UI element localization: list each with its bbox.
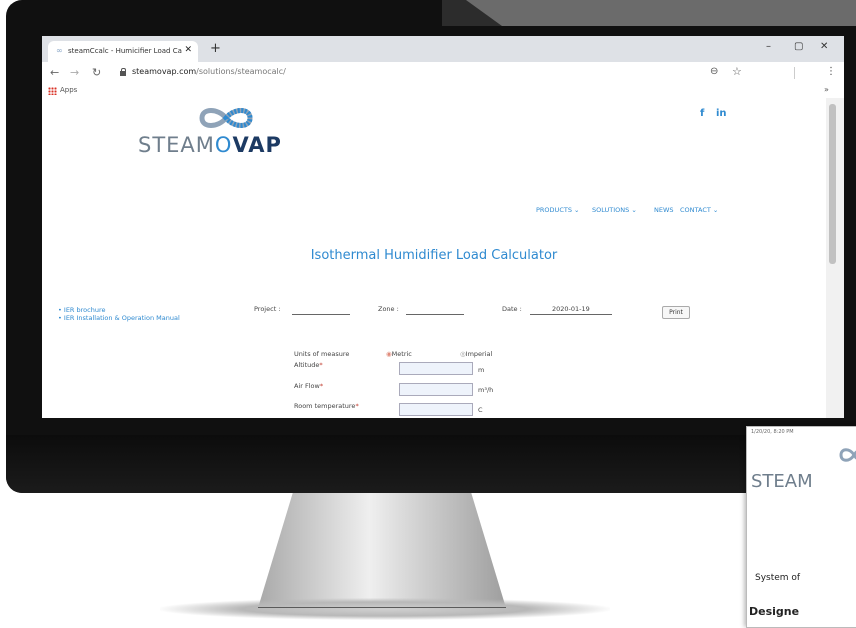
manual-link-label: IER Installation & Operation Manual bbox=[63, 314, 180, 322]
site-logo[interactable]: STEAMOVAP bbox=[138, 133, 282, 157]
zone-input[interactable] bbox=[406, 314, 464, 315]
metric-label: Metric bbox=[391, 350, 412, 358]
favicon-icon: ∞ bbox=[56, 46, 63, 55]
browser-toolbar: ← → ↻ steamovap.com/solutions/steamocalc… bbox=[42, 62, 844, 85]
url-host: steamovap.com bbox=[132, 67, 197, 76]
project-input[interactable] bbox=[292, 314, 350, 315]
logo-o: O bbox=[214, 133, 233, 157]
bookmark-star-icon[interactable]: ☆ bbox=[732, 65, 742, 78]
steamovap-logo-icon bbox=[199, 108, 253, 128]
report-system-text: System of bbox=[755, 573, 801, 583]
more-bookmarks-icon[interactable]: » bbox=[824, 85, 829, 94]
room-temperature-label-text: Room temperature bbox=[294, 402, 356, 410]
reload-icon[interactable]: ↻ bbox=[92, 66, 101, 79]
browser-tab[interactable]: ∞ steamCcalc - Humicifier Load Ca ✕ bbox=[48, 41, 198, 62]
stand-edge-line bbox=[258, 607, 506, 608]
facebook-icon[interactable]: f bbox=[700, 108, 704, 119]
page-heading: Isothermal Humidifier Load Calculator bbox=[310, 248, 558, 263]
nav-products[interactable]: PRODUCTS ⌄ bbox=[536, 206, 579, 214]
new-tab-button[interactable]: + bbox=[210, 41, 221, 56]
units-label: Units of measure bbox=[294, 350, 350, 358]
date-input-line bbox=[530, 314, 612, 315]
forward-arrow-icon[interactable]: → bbox=[70, 66, 79, 79]
url-path: /solutions/steamocalc/ bbox=[196, 67, 286, 76]
altitude-label-text: Altitude bbox=[294, 361, 320, 369]
monitor-frame: ∞ steamCcalc - Humicifier Load Ca ✕ + – … bbox=[6, 0, 856, 493]
report-timestamp: 1/20/20, 8:20 PM bbox=[751, 429, 794, 435]
date-label: Date : bbox=[502, 305, 522, 313]
altitude-label: Altitude* bbox=[294, 361, 323, 369]
required-mark: * bbox=[319, 361, 323, 369]
air-flow-label: Air Flow* bbox=[294, 382, 323, 390]
logo-light: STEAM bbox=[138, 133, 215, 157]
logo-bold: VAP bbox=[232, 133, 282, 157]
brochure-link-label: IER brochure bbox=[63, 306, 106, 314]
scrollbar-thumb[interactable] bbox=[829, 104, 836, 264]
nav-solutions[interactable]: SOLUTIONS ⌄ bbox=[592, 206, 637, 214]
address-bar[interactable]: steamovap.com/solutions/steamocalc/ bbox=[132, 67, 286, 76]
menu-kebab-icon[interactable]: ⋮ bbox=[826, 66, 836, 77]
air-flow-unit: m³/h bbox=[478, 386, 494, 394]
report-logo-text: STEAM bbox=[751, 471, 813, 492]
monitor-stand bbox=[258, 493, 506, 608]
altitude-unit: m bbox=[478, 366, 485, 374]
imperial-radio[interactable]: ◎Imperial bbox=[460, 350, 492, 358]
metric-radio[interactable]: ◉Metric bbox=[386, 350, 412, 358]
zone-label: Zone : bbox=[378, 305, 399, 313]
minimize-button[interactable]: – bbox=[766, 41, 771, 52]
room-temperature-label: Room temperature* bbox=[294, 402, 359, 410]
apps-label[interactable]: Apps bbox=[60, 86, 77, 94]
zoom-icon[interactable]: ⊖ bbox=[710, 66, 718, 77]
imperial-label: Imperial bbox=[465, 350, 493, 358]
report-logo-icon bbox=[839, 448, 856, 462]
altitude-input[interactable] bbox=[399, 362, 473, 375]
manual-link[interactable]: • IER Installation & Operation Manual bbox=[58, 314, 180, 322]
toolbar-divider bbox=[794, 67, 795, 79]
report-designed-text: Designe bbox=[749, 605, 800, 618]
lock-icon bbox=[120, 68, 126, 76]
linkedin-icon[interactable]: in bbox=[716, 108, 727, 119]
maximize-button[interactable]: ▢ bbox=[794, 41, 803, 52]
required-mark: * bbox=[319, 382, 324, 390]
room-temperature-input[interactable] bbox=[399, 403, 473, 416]
date-value[interactable]: 2020-01-19 bbox=[552, 305, 590, 313]
web-page: STEAMOVAP f in PRODUCTS ⌄ SOLUTIONS ⌄ NE… bbox=[42, 98, 844, 418]
monitor-stand-base bbox=[160, 598, 610, 620]
apps-grid-icon[interactable] bbox=[48, 87, 57, 95]
air-flow-label-text: Air Flow bbox=[294, 382, 320, 390]
bookmarks-bar: Apps » bbox=[42, 84, 844, 98]
nav-news[interactable]: NEWS bbox=[654, 206, 674, 214]
print-button[interactable]: Print bbox=[662, 306, 690, 319]
monitor-chin bbox=[6, 435, 856, 493]
tab-bar: ∞ steamCcalc - Humicifier Load Ca ✕ + – … bbox=[42, 36, 844, 62]
close-window-button[interactable]: ✕ bbox=[820, 41, 828, 52]
printed-report-preview: 1/20/20, 8:20 PM STEAM System of Designe bbox=[746, 426, 856, 628]
browser-window: ∞ steamCcalc - Humicifier Load Ca ✕ + – … bbox=[42, 36, 844, 418]
back-arrow-icon[interactable]: ← bbox=[50, 66, 59, 79]
brochure-link[interactable]: • IER brochure bbox=[58, 306, 106, 314]
air-flow-input[interactable] bbox=[399, 383, 473, 396]
tab-title: steamCcalc - Humicifier Load Ca bbox=[68, 47, 182, 55]
project-label: Project : bbox=[254, 305, 281, 313]
bezel-glare bbox=[442, 0, 856, 26]
required-mark: * bbox=[355, 402, 359, 410]
tab-close-icon[interactable]: ✕ bbox=[184, 45, 192, 55]
room-temperature-unit: C bbox=[478, 406, 483, 414]
nav-contact[interactable]: CONTACT ⌄ bbox=[680, 206, 718, 214]
